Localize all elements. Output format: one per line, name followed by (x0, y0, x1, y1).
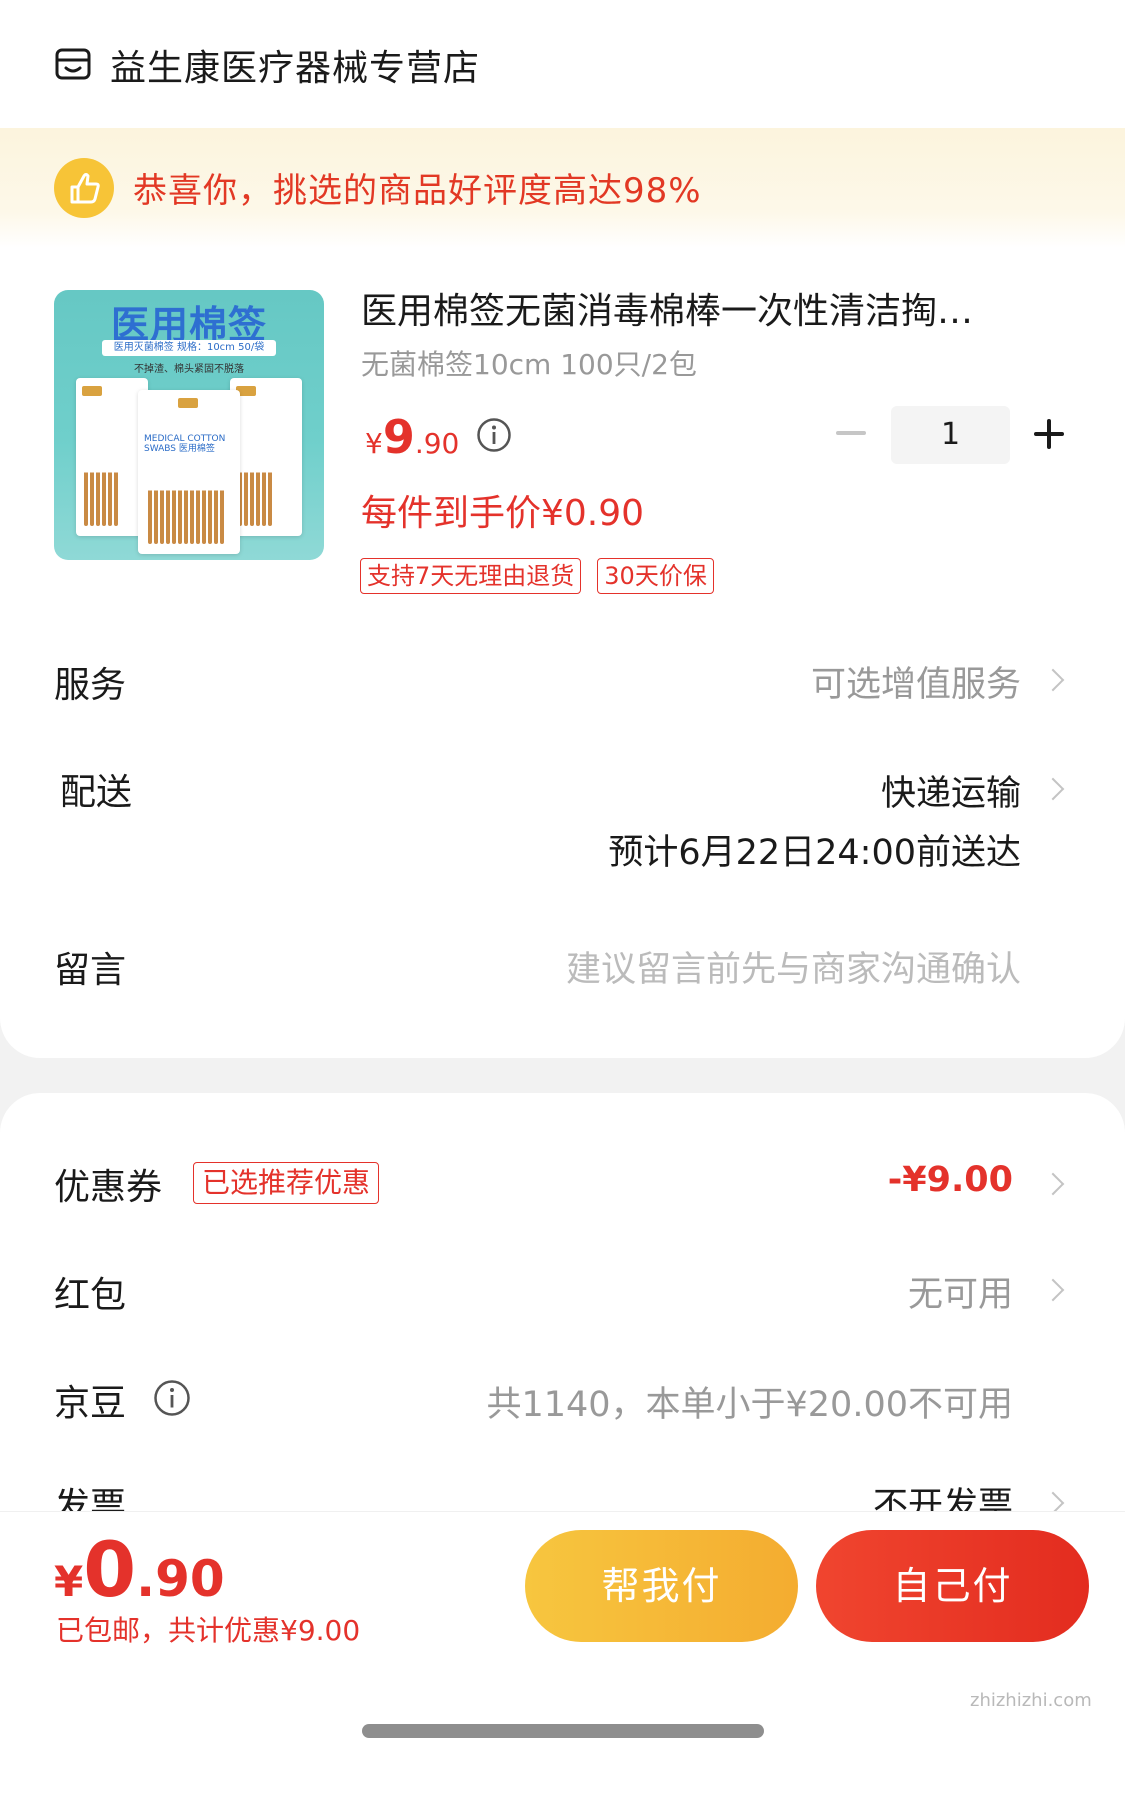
price-integer: 9 (382, 410, 415, 464)
price-decimal: .90 (414, 427, 460, 460)
delivery-method[interactable]: 快递运输 (881, 765, 1021, 816)
product-pack-center: MEDICAL COTTON SWABS 医用棉签 (138, 390, 240, 554)
final-unit-price: 每件到手价¥0.90 (361, 493, 645, 534)
quantity-decrease-button[interactable] (836, 431, 866, 435)
message-input[interactable]: 建议留言前先与商家沟通确认 (566, 941, 1021, 992)
product-image-subtitle: 医用灭菌棉签 规格：10cm 50/袋 (102, 340, 276, 356)
red-packet-label: 红包 (54, 1275, 127, 1316)
tag-return-policy: 支持7天无理由退货 (360, 558, 582, 594)
jingdou-value: 共1140，本单小于¥20.00不可用 (486, 1385, 1013, 1425)
red-packet-value[interactable]: 无可用 (908, 1266, 1013, 1317)
product-image-caption: 不掉渣、棉头紧固不脱落 (134, 364, 244, 375)
home-indicator[interactable] (362, 1724, 764, 1738)
product-spec[interactable]: 无菌棉签10cm 100只/2包 (361, 343, 697, 383)
thumbs-up-icon (54, 158, 114, 218)
product-pack-right (230, 378, 302, 536)
help-pay-button[interactable]: 帮我付 (525, 1530, 798, 1642)
watermark: zhizhizhi.com (970, 1690, 1092, 1711)
tag-price-protection: 30天价保 (597, 558, 714, 594)
message-label: 留言 (54, 950, 127, 991)
jingdou-label: 京豆 (54, 1383, 127, 1424)
coupon-value[interactable]: -¥9.00 (888, 1160, 1013, 1200)
quantity-input[interactable]: 1 (891, 406, 1010, 464)
total-note: 已包邮，共计优惠¥9.00 (56, 1614, 361, 1647)
delivery-label: 配送 (60, 772, 133, 813)
quantity-increase-button[interactable] (1034, 419, 1064, 449)
price-info-icon[interactable] (476, 417, 512, 453)
service-label: 服务 (54, 665, 127, 706)
total-price: ¥ 0 .90 (54, 1525, 225, 1614)
store-header[interactable]: 益生康医疗器械专营店 (54, 30, 480, 100)
service-value[interactable]: 可选增值服务 (811, 656, 1021, 707)
jingdou-info-icon[interactable] (153, 1379, 191, 1417)
coupon-recommended-tag: 已选推荐优惠 (193, 1162, 380, 1204)
product-image[interactable]: 医用棉签 医用灭菌棉签 规格：10cm 50/袋 不掉渣、棉头紧固不脱落 MED… (54, 290, 324, 560)
product-pack-label: MEDICAL COTTON SWABS 医用棉签 (144, 434, 226, 454)
total-integer: 0 (83, 1525, 137, 1614)
price-currency: ¥ (365, 427, 383, 460)
store-icon (55, 48, 91, 80)
total-currency: ¥ (54, 1557, 84, 1606)
product-tags: 支持7天无理由退货 30天价保 (360, 558, 714, 594)
unit-price: ¥ 9 .90 (365, 410, 459, 464)
self-pay-button[interactable]: 自己付 (816, 1530, 1089, 1642)
store-name: 益生康医疗器械专营店 (110, 48, 481, 89)
coupon-label: 优惠券 (54, 1167, 163, 1208)
total-decimal: .90 (136, 1550, 225, 1608)
delivery-eta: 预计6月22日24:00前送达 (608, 833, 1021, 873)
product-title[interactable]: 医用棉签无菌消毒棉棒一次性清洁掏… (361, 282, 1041, 334)
praise-banner: 恭喜你，挑选的商品好评度高达98% (0, 128, 1125, 248)
praise-text: 恭喜你，挑选的商品好评度高达98% (133, 171, 702, 211)
